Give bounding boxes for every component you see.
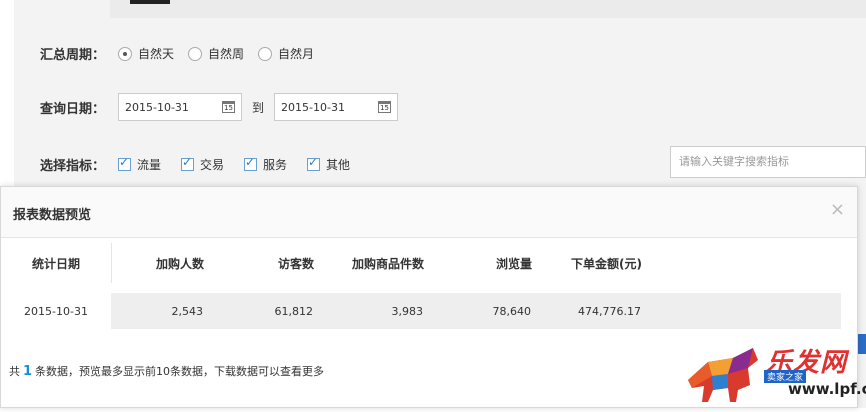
checkbox-label: 其他 (326, 158, 351, 172)
date-row: 查询日期： 2015-10-31 15 到 2015-10-31 15 (40, 93, 399, 121)
cell-cart-items: 3,983 (391, 304, 424, 318)
modal-title: 报表数据预览 (13, 208, 92, 223)
cell-date: 2015-10-31 (24, 304, 88, 318)
radio-natural-month[interactable]: 自然月 (258, 45, 314, 62)
preview-footer: 共 1 条数据，预览最多显示前10条数据，下载数据可以查看更多 (9, 363, 324, 379)
close-icon[interactable]: × (830, 199, 845, 220)
checkbox-icon (181, 155, 195, 171)
footer-text: 条数据，预览最多显示前10条数据，下载数据可以查看更多 (35, 365, 325, 378)
row-count: 1 (23, 364, 33, 379)
footer-prefix: 共 (9, 365, 20, 378)
column-header: 浏览量 (495, 256, 532, 271)
checkbox-service[interactable]: 服务 (244, 155, 288, 173)
table-row: 2015-10-31 2,543 61,812 3,983 78,640 474… (1, 293, 841, 329)
checkbox-other[interactable]: 其他 (307, 155, 351, 173)
table-header: 统计日期 加购人数 访客数 加购商品件数 浏览量 下单金额(元) (1, 237, 841, 289)
checkbox-traffic[interactable]: 流量 (118, 155, 162, 173)
metrics-label: 选择指标： (40, 159, 106, 174)
radio-dot-icon (188, 46, 203, 61)
cell-order-amount: 474,776.17 (578, 304, 641, 318)
radio-dot-icon (258, 46, 273, 61)
cell-pageviews: 78,640 (492, 304, 532, 318)
date-to-value: 2015-10-31 (281, 100, 345, 114)
top-bar (110, 0, 866, 18)
preview-table: 统计日期 加购人数 访客数 加购商品件数 浏览量 下单金额(元) 2015-10… (1, 237, 841, 329)
period-row: 汇总周期： 自然天 自然周 自然月 (40, 44, 328, 63)
date-to-label: 到 (252, 100, 265, 115)
checkbox-icon (307, 155, 321, 171)
column-header: 下单金额(元) (571, 256, 642, 271)
date-label: 查询日期： (40, 101, 106, 117)
top-thumbnail (130, 0, 170, 4)
column-header: 访客数 (277, 256, 314, 271)
checkbox-icon (244, 155, 258, 171)
checkbox-label: 服务 (263, 158, 288, 172)
radio-natural-day[interactable]: 自然天 (118, 45, 174, 62)
calendar-icon[interactable]: 15 (378, 101, 392, 113)
calendar-icon[interactable]: 15 (222, 101, 235, 113)
radio-natural-week[interactable]: 自然周 (188, 45, 244, 62)
row-cells: 2,543 61,812 3,983 78,640 474,776.17 (111, 293, 841, 329)
date-from-value: 2015-10-31 (125, 100, 189, 114)
watermark-logo: 乐发网 卖家之家 www.lpf.cn (678, 340, 866, 408)
column-header: 加购商品件数 (351, 256, 424, 271)
checkbox-trade[interactable]: 交易 (181, 155, 225, 173)
checkbox-icon (118, 155, 131, 171)
radio-label: 自然天 (138, 47, 175, 61)
period-label: 汇总周期： (40, 48, 106, 63)
date-from-input[interactable]: 2015-10-31 15 (118, 93, 242, 121)
radio-label: 自然月 (278, 47, 315, 61)
cell-visitors: 61,812 (274, 304, 314, 318)
bull-icon (688, 348, 758, 402)
date-to-input[interactable]: 2015-10-31 15 (274, 93, 399, 121)
checkbox-label: 交易 (200, 158, 225, 172)
watermark-url: www.lpf.cn (788, 380, 866, 398)
column-header: 加购人数 (155, 256, 204, 271)
column-header: 统计日期 (31, 256, 80, 271)
metrics-row: 选择指标： 流量 交易 服务 其他 (40, 155, 370, 174)
checkbox-label: 流量 (137, 158, 162, 172)
radio-label: 自然周 (208, 47, 245, 61)
modal-header: 报表数据预览 × (1, 187, 857, 238)
radio-dot-icon (118, 46, 132, 61)
metric-search-input[interactable]: 请输入关键字搜索指标 (670, 146, 866, 178)
cell-cart-users: 2,543 (171, 304, 204, 318)
